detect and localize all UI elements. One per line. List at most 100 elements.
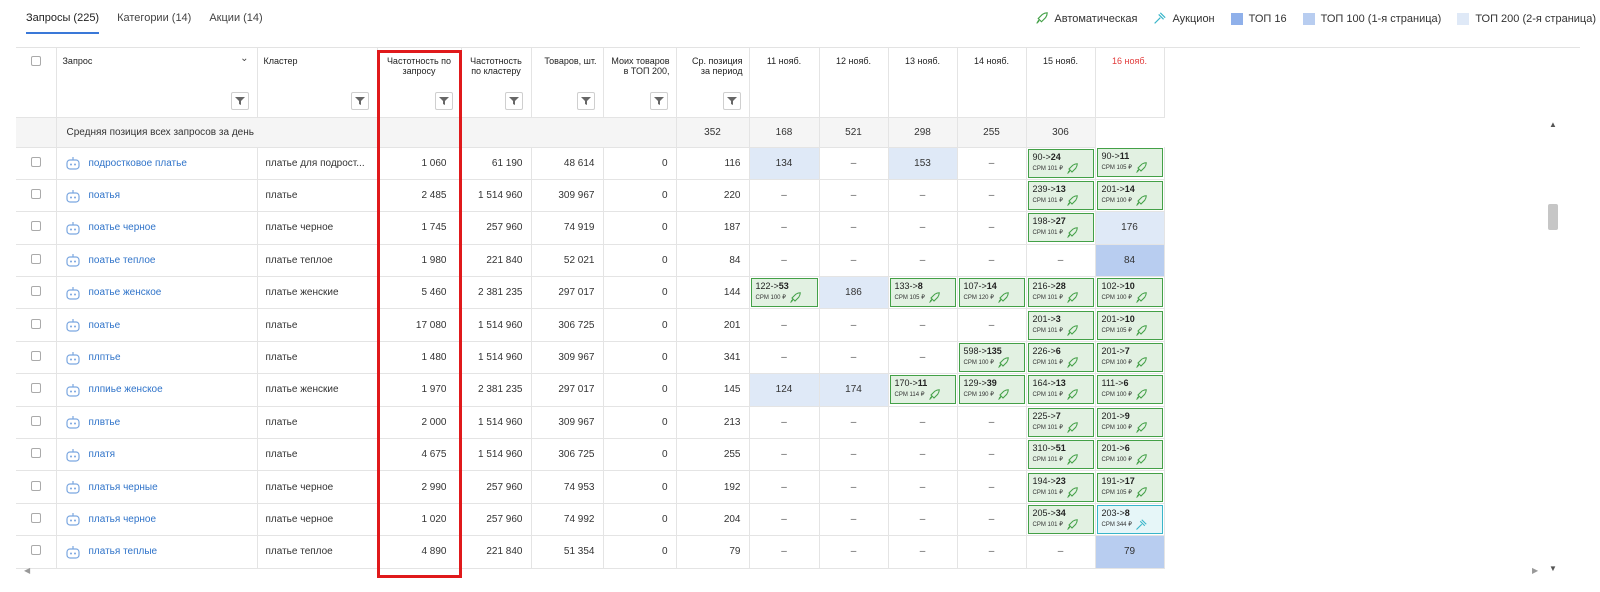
row-checkbox[interactable] — [30, 221, 41, 232]
col-freq-cluster[interactable]: Частотность по кластеру — [461, 48, 532, 118]
bid-box[interactable]: 133->8 CPM 105 ₽ — [889, 278, 956, 308]
query-link[interactable]: платья черное — [89, 514, 157, 525]
bid-cell[interactable]: 201->10 CPM 105 ₽ — [1095, 308, 1165, 342]
query-link[interactable]: платья черные — [89, 482, 158, 493]
query-link[interactable]: поатье черное — [89, 222, 156, 233]
bid-box[interactable]: 90->11 CPM 105 ₽ — [1096, 148, 1163, 178]
query-cell[interactable]: поатья — [56, 179, 258, 213]
bid-box[interactable]: 122->53 CPM 100 ₽ — [750, 278, 818, 308]
bid-cell[interactable]: 129->39 CPM 190 ₽ — [957, 373, 1027, 407]
bid-box[interactable]: 90->24 CPM 101 ₽ — [1027, 148, 1094, 178]
row-checkbox[interactable] — [30, 351, 41, 362]
scroll-up-icon[interactable]: ▲ — [1549, 120, 1557, 129]
row-checkbox[interactable] — [30, 189, 41, 200]
bid-cell[interactable]: 201->14 CPM 100 ₽ — [1095, 179, 1165, 213]
bid-cell[interactable]: 239->13 CPM 101 ₽ — [1026, 179, 1096, 213]
bid-box[interactable]: 107->14 CPM 120 ₽ — [958, 278, 1025, 308]
filter-icon[interactable] — [722, 91, 741, 110]
bid-cell[interactable]: 225->7 CPM 101 ₽ — [1026, 406, 1096, 440]
query-link[interactable]: плптье — [89, 352, 121, 363]
bid-box[interactable]: 111->6 CPM 100 ₽ — [1096, 375, 1163, 405]
bid-cell[interactable]: 226->6 CPM 101 ₽ — [1026, 341, 1096, 375]
bid-cell[interactable]: 201->3 CPM 101 ₽ — [1026, 308, 1096, 342]
row-checkbox[interactable] — [30, 156, 41, 167]
filter-icon[interactable] — [649, 91, 668, 110]
col-avg-pos[interactable]: Ср. позиция за период — [676, 48, 750, 118]
query-link[interactable]: платя — [89, 449, 116, 460]
table-row[interactable]: плптье платье 1 480 1 514 960 309 967 0 341– – –… — [16, 341, 1165, 375]
query-cell[interactable]: поатье — [56, 308, 258, 342]
row-checkbox[interactable] — [30, 545, 41, 556]
tab-categories[interactable]: Категории (14) — [117, 12, 191, 34]
bid-box[interactable]: 191->17 CPM 105 ₽ — [1096, 472, 1163, 502]
table-row[interactable]: платья черные платье черное 2 990 257 960 74… — [16, 470, 1165, 504]
row-checkbox[interactable] — [30, 415, 41, 426]
bid-cell[interactable]: 194->23 CPM 101 ₽ — [1026, 470, 1096, 504]
bid-box[interactable]: 201->14 CPM 100 ₽ — [1096, 181, 1163, 211]
bid-cell[interactable]: 201->9 CPM 100 ₽ — [1095, 406, 1165, 440]
bid-box[interactable]: 226->6 CPM 101 ₽ — [1027, 343, 1094, 373]
bid-cell[interactable]: 90->11 CPM 105 ₽ — [1095, 147, 1165, 180]
col-goods[interactable]: Товаров, шт. — [531, 48, 604, 118]
bid-box[interactable]: 198->27 CPM 101 ₽ — [1027, 213, 1094, 243]
row-checkbox[interactable] — [30, 253, 41, 264]
tab-promos[interactable]: Акции (14) — [209, 12, 262, 34]
query-cell[interactable]: платя — [56, 438, 258, 472]
query-cell[interactable]: платья черные — [56, 470, 258, 504]
filter-icon[interactable] — [434, 91, 453, 110]
table-row[interactable]: поатье черное платье черное 1 745 257 960 74… — [16, 211, 1165, 245]
table-row[interactable]: платья черное платье черное 1 020 257 960 74… — [16, 503, 1165, 537]
scroll-down-icon[interactable]: ▼ — [1549, 564, 1557, 573]
bid-cell[interactable]: 203->8 CPM 344 ₽ — [1095, 503, 1165, 537]
bid-box[interactable]: 164->13 CPM 101 ₽ — [1027, 375, 1094, 405]
row-checkbox[interactable] — [30, 286, 41, 297]
scroll-right-icon[interactable]: ▶ — [1532, 566, 1538, 575]
bid-cell[interactable]: 111->6 CPM 100 ₽ — [1095, 373, 1165, 407]
table-row[interactable]: поатье женское платье женские 5 460 2 381 2… — [16, 276, 1165, 310]
col-query[interactable]: Запрос ⌄ — [56, 48, 258, 118]
filter-icon[interactable] — [350, 91, 369, 110]
query-cell[interactable]: плпиье женское — [56, 373, 258, 407]
query-link[interactable]: поатье — [89, 320, 121, 331]
row-checkbox[interactable] — [30, 318, 41, 329]
table-row[interactable]: плвтье платье 2 000 1 514 960 309 967 0 213– – –… — [16, 406, 1165, 440]
bid-cell[interactable]: 122->53 CPM 100 ₽ — [749, 276, 820, 310]
bid-box[interactable]: 129->39 CPM 190 ₽ — [958, 375, 1025, 405]
bid-box[interactable]: 598->135 CPM 100 ₽ — [958, 343, 1025, 373]
col-cluster[interactable]: Кластер — [257, 48, 378, 118]
table-row[interactable]: поатье платье 17 080 1 514 960 306 725 0 201– –… — [16, 308, 1165, 342]
query-link[interactable]: поатье теплое — [89, 255, 156, 266]
filter-icon[interactable] — [504, 91, 523, 110]
bid-cell[interactable]: 170->11 CPM 114 ₽ — [888, 373, 958, 407]
col-date[interactable]: 14 нояб. — [957, 48, 1027, 118]
bid-cell[interactable]: 191->17 CPM 105 ₽ — [1095, 470, 1165, 504]
chevron-down-icon[interactable]: ⌄ — [240, 54, 248, 64]
bid-cell[interactable]: 102->10 CPM 100 ₽ — [1095, 276, 1165, 310]
table-row[interactable]: платья теплые платье теплое 4 890 221 840 51… — [16, 535, 1165, 569]
bid-box[interactable]: 102->10 CPM 100 ₽ — [1096, 278, 1163, 308]
row-checkbox[interactable] — [30, 480, 41, 491]
table-row[interactable]: подростковое платье платье для подрост...… — [16, 147, 1165, 180]
col-date[interactable]: 15 нояб. — [1026, 48, 1096, 118]
bid-cell[interactable]: 107->14 CPM 120 ₽ — [957, 276, 1027, 310]
bid-box[interactable]: 201->7 CPM 100 ₽ — [1096, 343, 1163, 373]
table-row[interactable]: поатье теплое платье теплое 1 980 221 840 52… — [16, 244, 1165, 278]
query-cell[interactable]: плвтье — [56, 406, 258, 440]
query-link[interactable]: платья теплые — [89, 546, 158, 557]
bid-box[interactable]: 205->34 CPM 101 ₽ — [1027, 504, 1094, 534]
col-my-goods[interactable]: Моих товаров в ТОП 200, — [603, 48, 677, 118]
bid-box[interactable]: 194->23 CPM 101 ₽ — [1027, 472, 1094, 502]
row-checkbox[interactable] — [30, 383, 41, 394]
bid-cell[interactable]: 201->6 CPM 100 ₽ — [1095, 438, 1165, 472]
query-link[interactable]: подростковое платье — [89, 158, 187, 169]
col-date[interactable]: 11 нояб. — [749, 48, 820, 118]
query-cell[interactable]: поатье теплое — [56, 244, 258, 278]
query-link[interactable]: плпиье женское — [89, 384, 163, 395]
bid-cell[interactable]: 201->7 CPM 100 ₽ — [1095, 341, 1165, 375]
bid-box[interactable]: 203->8 CPM 344 ₽ — [1096, 504, 1163, 534]
query-link[interactable]: поатье женское — [89, 287, 162, 298]
col-date[interactable]: 13 нояб. — [888, 48, 958, 118]
bid-box[interactable]: 170->11 CPM 114 ₽ — [889, 375, 956, 405]
query-link[interactable]: плвтье — [89, 417, 121, 428]
bid-box[interactable]: 225->7 CPM 101 ₽ — [1027, 407, 1094, 437]
